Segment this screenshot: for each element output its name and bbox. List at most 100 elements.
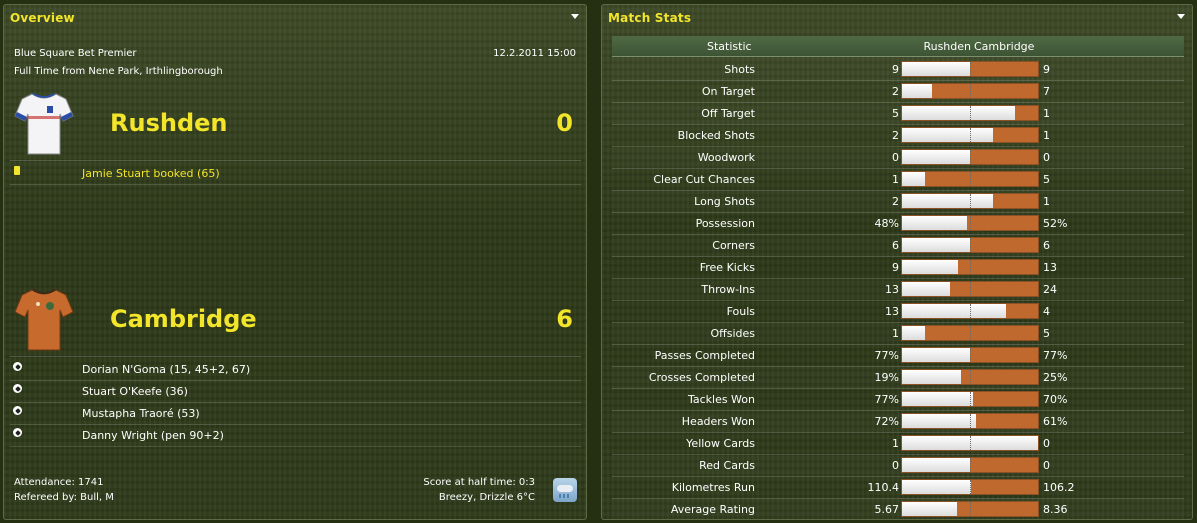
stat-label: Yellow Cards — [686, 437, 755, 450]
stat-row: Throw-Ins 13 24 — [612, 278, 1184, 301]
column-header-statistic[interactable]: Statistic — [707, 40, 752, 53]
stat-comparison-bar — [901, 435, 1039, 451]
bar-midline — [970, 106, 971, 120]
stat-label: Red Cards — [699, 459, 755, 472]
stat-home-bar-fill — [902, 62, 970, 76]
stat-away-value: 1 — [1043, 195, 1050, 208]
stat-comparison-bar — [901, 281, 1039, 297]
ball-icon — [13, 362, 22, 371]
stat-comparison-bar — [901, 83, 1039, 99]
bar-midline — [970, 84, 971, 98]
stat-home-value: 0 — [892, 151, 899, 164]
stat-label: Crosses Completed — [648, 371, 755, 384]
stat-comparison-bar — [901, 171, 1039, 187]
stat-row: Red Cards 0 0 — [612, 454, 1184, 477]
stat-row: On Target 2 7 — [612, 80, 1184, 103]
stat-comparison-bar — [901, 369, 1039, 385]
stat-row: Offsides 1 5 — [612, 322, 1184, 345]
stat-home-value: 2 — [892, 85, 899, 98]
stat-away-value: 6 — [1043, 239, 1050, 252]
stat-home-bar-fill — [902, 150, 970, 164]
stat-away-value: 5 — [1043, 173, 1050, 186]
stat-home-value: 13 — [885, 305, 899, 318]
bar-midline — [970, 150, 971, 164]
stat-home-value: 1 — [892, 327, 899, 340]
stat-home-bar-fill — [902, 128, 993, 142]
competition-name: Blue Square Bet Premier — [14, 48, 137, 59]
stat-row: Woodwork 0 0 — [612, 146, 1184, 169]
referee-text: Refereed by: Bull, M — [14, 492, 114, 503]
stat-home-bar-fill — [902, 304, 1006, 318]
bar-midline — [970, 458, 971, 472]
stat-home-bar-fill — [902, 84, 932, 98]
stat-label: Passes Completed — [654, 349, 755, 362]
stat-away-value: 7 — [1043, 85, 1050, 98]
match-stats-header: Match Stats — [602, 5, 1192, 31]
stat-label: Blocked Shots — [677, 129, 755, 142]
stat-away-value: 4 — [1043, 305, 1050, 318]
away-team-score: 6 — [556, 305, 573, 333]
bar-midline — [970, 436, 971, 450]
stat-comparison-bar — [901, 391, 1039, 407]
stat-row: Kilometres Run 110.4 106.2 — [612, 476, 1184, 499]
stat-comparison-bar — [901, 325, 1039, 341]
bar-midline — [970, 502, 971, 516]
stat-home-value: 77% — [874, 349, 899, 362]
stat-row: Fouls 13 4 — [612, 300, 1184, 323]
stat-comparison-bar — [901, 105, 1039, 121]
stat-away-value: 106.2 — [1043, 481, 1075, 494]
column-header-away[interactable]: Cambridge — [974, 40, 1034, 53]
home-event-row: Jamie Stuart booked (65) — [10, 162, 581, 185]
dropdown-arrow-icon[interactable] — [571, 14, 579, 19]
divider — [10, 160, 581, 161]
match-stats-title: Match Stats — [608, 11, 692, 25]
overview-header: Overview — [4, 5, 586, 31]
stat-label: Headers Won — [681, 415, 755, 428]
stat-home-value: 48% — [874, 217, 899, 230]
column-header-home[interactable]: Rushden — [923, 40, 971, 53]
stat-row: Off Target 5 1 — [612, 102, 1184, 125]
bar-midline — [970, 282, 971, 296]
stat-home-value: 9 — [892, 63, 899, 76]
away-event-row: Stuart O'Keefe (36) — [10, 380, 581, 403]
ball-icon — [13, 406, 22, 415]
stat-home-value: 1 — [892, 437, 899, 450]
bar-midline — [970, 216, 971, 230]
stat-label: Possession — [695, 217, 755, 230]
overview-panel: Overview Blue Square Bet Premier 12.2.20… — [3, 4, 587, 520]
stat-home-value: 9 — [892, 261, 899, 274]
home-team-name[interactable]: Rushden — [110, 109, 227, 137]
stat-away-value: 0 — [1043, 459, 1050, 472]
stat-away-value: 9 — [1043, 63, 1050, 76]
divider — [10, 356, 581, 357]
stat-home-bar-fill — [902, 216, 967, 230]
stat-away-value: 0 — [1043, 437, 1050, 450]
stat-comparison-bar — [901, 413, 1039, 429]
stats-table-header: Statistic Rushden Cambridge — [612, 36, 1184, 57]
match-datetime: 12.2.2011 15:00 — [493, 48, 576, 59]
dropdown-arrow-icon[interactable] — [1177, 14, 1185, 19]
stat-label: Offsides — [710, 327, 755, 340]
stat-label: Free Kicks — [699, 261, 755, 274]
home-shirt-icon — [14, 93, 74, 155]
halftime-score-text: Score at half time: 0:3 — [423, 477, 535, 488]
stat-label: On Target — [701, 85, 755, 98]
stat-label: Tackles Won — [687, 393, 755, 406]
stat-comparison-bar — [901, 501, 1039, 517]
stat-home-bar-fill — [902, 260, 958, 274]
stat-label: Woodwork — [697, 151, 755, 164]
bar-midline — [970, 414, 971, 428]
stat-home-bar-fill — [902, 480, 971, 494]
stat-home-value: 110.4 — [867, 481, 900, 494]
stat-label: Average Rating — [670, 503, 755, 516]
stat-away-value: 25% — [1043, 371, 1068, 384]
attendance-text: Attendance: 1741 — [14, 477, 104, 488]
stat-row: Yellow Cards 1 0 — [612, 432, 1184, 455]
stat-row: Blocked Shots 2 1 — [612, 124, 1184, 147]
stat-home-bar-fill — [902, 282, 950, 296]
stat-home-value: 5.67 — [874, 503, 900, 516]
stat-row: Crosses Completed 19% 25% — [612, 366, 1184, 389]
away-team-name[interactable]: Cambridge — [110, 305, 257, 333]
stat-comparison-bar — [901, 149, 1039, 165]
stat-comparison-bar — [901, 347, 1039, 363]
